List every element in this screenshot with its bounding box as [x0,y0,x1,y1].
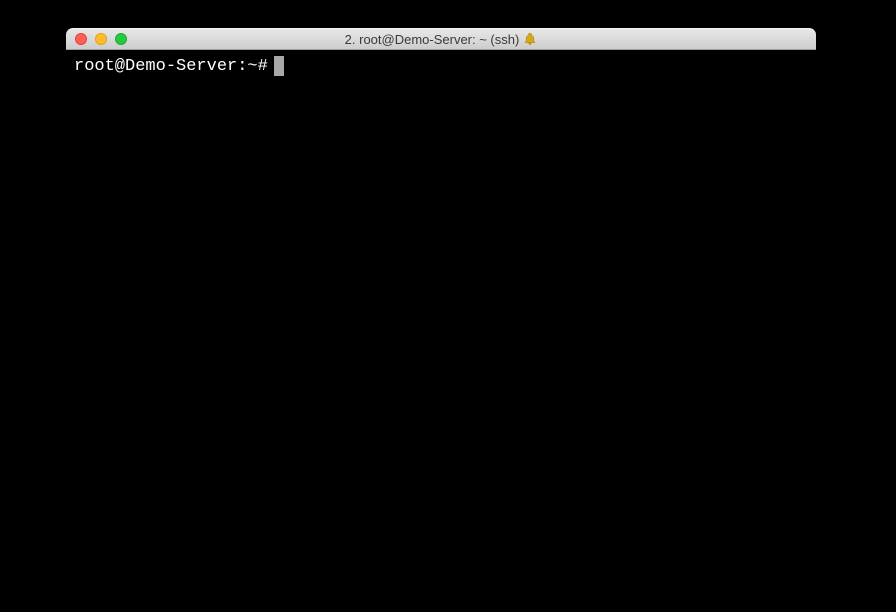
minimize-button[interactable] [95,33,107,45]
close-button[interactable] [75,33,87,45]
bell-icon [523,32,537,46]
prompt-line: root@Demo-Server:~# [74,56,808,76]
maximize-button[interactable] [115,33,127,45]
terminal-body[interactable]: root@Demo-Server:~# [66,50,816,590]
traffic-lights [66,33,127,45]
terminal-cursor [274,56,284,76]
shell-prompt: root@Demo-Server:~# [74,57,268,76]
window-title-text: 2. root@Demo-Server: ~ (ssh) [345,32,520,47]
window-title-bar[interactable]: 2. root@Demo-Server: ~ (ssh) [66,28,816,50]
terminal-window: 2. root@Demo-Server: ~ (ssh) root@Demo-S… [66,28,816,590]
window-title: 2. root@Demo-Server: ~ (ssh) [66,32,816,47]
